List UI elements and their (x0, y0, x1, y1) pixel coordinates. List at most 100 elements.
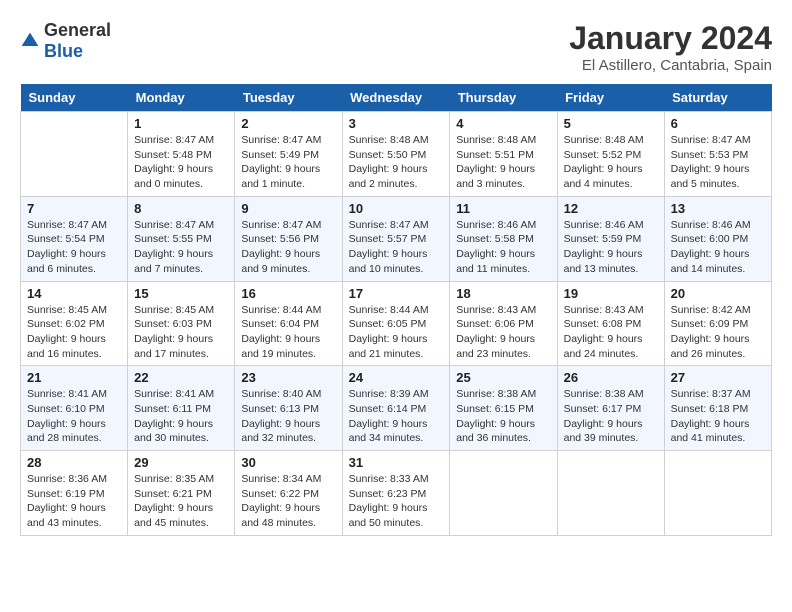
day-info: Sunrise: 8:36 AM Sunset: 6:19 PM Dayligh… (27, 472, 121, 531)
day-info: Sunrise: 8:48 AM Sunset: 5:52 PM Dayligh… (564, 133, 658, 192)
day-number: 1 (134, 116, 228, 131)
day-number: 30 (241, 455, 335, 470)
day-info: Sunrise: 8:44 AM Sunset: 6:05 PM Dayligh… (349, 303, 444, 362)
table-row: 21 Sunrise: 8:41 AM Sunset: 6:10 PM Dayli… (21, 366, 128, 451)
table-row: 25 Sunrise: 8:38 AM Sunset: 6:15 PM Dayli… (450, 366, 557, 451)
day-number: 10 (349, 201, 444, 216)
table-row: 9Sunrise: 8:47 AM Sunset: 5:56 PM Daylig… (235, 196, 342, 281)
day-number: 5 (564, 116, 658, 131)
table-row: 29 Sunrise: 8:35 AM Sunset: 6:21 PM Dayli… (128, 451, 235, 536)
page-header: General Blue January 2024 El Astillero, … (20, 20, 772, 74)
day-number: 6 (671, 116, 765, 131)
table-row: 6 Sunrise: 8:47 AM Sunset: 5:53 PM Daylig… (664, 112, 771, 197)
day-number: 31 (349, 455, 444, 470)
table-row: 26 Sunrise: 8:38 AM Sunset: 6:17 PM Dayli… (557, 366, 664, 451)
day-info: Sunrise: 8:47 AM Sunset: 5:49 PM Dayligh… (241, 133, 335, 192)
day-info: Sunrise: 8:47 AM Sunset: 5:48 PM Dayligh… (134, 133, 228, 192)
table-row: 12 Sunrise: 8:46 AM Sunset: 5:59 PM Dayli… (557, 196, 664, 281)
table-row: 19Sunrise: 8:43 AM Sunset: 6:08 PM Dayli… (557, 281, 664, 366)
day-number: 26 (564, 370, 658, 385)
day-number: 2 (241, 116, 335, 131)
table-row (664, 451, 771, 536)
day-info: Sunrise: 8:42 AM Sunset: 6:09 PM Dayligh… (671, 303, 765, 362)
day-number: 15 (134, 286, 228, 301)
week-row-4: 21 Sunrise: 8:41 AM Sunset: 6:10 PM Dayli… (21, 366, 772, 451)
table-row: 16 Sunrise: 8:44 AM Sunset: 6:04 PM Dayli… (235, 281, 342, 366)
day-number: 20 (671, 286, 765, 301)
table-row: 2 Sunrise: 8:47 AM Sunset: 5:49 PM Daylig… (235, 112, 342, 197)
col-monday: Monday (128, 84, 235, 112)
day-info: Sunrise: 8:46 AM Sunset: 5:58 PM Dayligh… (456, 218, 550, 277)
logo-general: General (44, 20, 111, 40)
table-row: 3 Sunrise: 8:48 AM Sunset: 5:50 PM Daylig… (342, 112, 450, 197)
table-row: 7 Sunrise: 8:47 AM Sunset: 5:54 PM Daylig… (21, 196, 128, 281)
table-row: 8Sunrise: 8:47 AM Sunset: 5:55 PM Daylig… (128, 196, 235, 281)
day-number: 11 (456, 201, 550, 216)
week-row-1: 1 Sunrise: 8:47 AM Sunset: 5:48 PM Daylig… (21, 112, 772, 197)
day-number: 22 (134, 370, 228, 385)
logo: General Blue (20, 20, 111, 62)
day-info: Sunrise: 8:47 AM Sunset: 5:56 PM Dayligh… (241, 218, 335, 277)
day-number: 14 (27, 286, 121, 301)
calendar-table: Sunday Monday Tuesday Wednesday Thursday… (20, 84, 772, 536)
day-info: Sunrise: 8:41 AM Sunset: 6:10 PM Dayligh… (27, 387, 121, 446)
table-row: 28Sunrise: 8:36 AM Sunset: 6:19 PM Dayli… (21, 451, 128, 536)
day-info: Sunrise: 8:41 AM Sunset: 6:11 PM Dayligh… (134, 387, 228, 446)
day-info: Sunrise: 8:47 AM Sunset: 5:54 PM Dayligh… (27, 218, 121, 277)
table-row: 30 Sunrise: 8:34 AM Sunset: 6:22 PM Dayli… (235, 451, 342, 536)
location-subtitle: El Astillero, Cantabria, Spain (569, 57, 772, 74)
calendar-header-row: Sunday Monday Tuesday Wednesday Thursday… (21, 84, 772, 112)
day-number: 29 (134, 455, 228, 470)
day-info: Sunrise: 8:45 AM Sunset: 6:02 PM Dayligh… (27, 303, 121, 362)
day-number: 25 (456, 370, 550, 385)
day-number: 3 (349, 116, 444, 131)
day-number: 27 (671, 370, 765, 385)
day-number: 7 (27, 201, 121, 216)
day-number: 16 (241, 286, 335, 301)
day-number: 17 (349, 286, 444, 301)
logo-icon (20, 31, 40, 51)
table-row: 18Sunrise: 8:43 AM Sunset: 6:06 PM Dayli… (450, 281, 557, 366)
main-title: January 2024 (569, 20, 772, 57)
day-number: 24 (349, 370, 444, 385)
day-info: Sunrise: 8:48 AM Sunset: 5:51 PM Dayligh… (456, 133, 550, 192)
day-info: Sunrise: 8:43 AM Sunset: 6:06 PM Dayligh… (456, 303, 550, 362)
week-row-2: 7 Sunrise: 8:47 AM Sunset: 5:54 PM Daylig… (21, 196, 772, 281)
day-info: Sunrise: 8:35 AM Sunset: 6:21 PM Dayligh… (134, 472, 228, 531)
table-row: 11 Sunrise: 8:46 AM Sunset: 5:58 PM Dayli… (450, 196, 557, 281)
week-row-3: 14 Sunrise: 8:45 AM Sunset: 6:02 PM Dayli… (21, 281, 772, 366)
col-wednesday: Wednesday (342, 84, 450, 112)
day-info: Sunrise: 8:33 AM Sunset: 6:23 PM Dayligh… (349, 472, 444, 531)
day-info: Sunrise: 8:40 AM Sunset: 6:13 PM Dayligh… (241, 387, 335, 446)
table-row: 10Sunrise: 8:47 AM Sunset: 5:57 PM Dayli… (342, 196, 450, 281)
day-info: Sunrise: 8:34 AM Sunset: 6:22 PM Dayligh… (241, 472, 335, 531)
col-friday: Friday (557, 84, 664, 112)
table-row: 31 Sunrise: 8:33 AM Sunset: 6:23 PM Dayli… (342, 451, 450, 536)
col-saturday: Saturday (664, 84, 771, 112)
day-number: 12 (564, 201, 658, 216)
table-row: 4Sunrise: 8:48 AM Sunset: 5:51 PM Daylig… (450, 112, 557, 197)
table-row (557, 451, 664, 536)
day-info: Sunrise: 8:46 AM Sunset: 6:00 PM Dayligh… (671, 218, 765, 277)
day-number: 21 (27, 370, 121, 385)
day-info: Sunrise: 8:38 AM Sunset: 6:17 PM Dayligh… (564, 387, 658, 446)
title-block: January 2024 El Astillero, Cantabria, Sp… (569, 20, 772, 74)
table-row: 24Sunrise: 8:39 AM Sunset: 6:14 PM Dayli… (342, 366, 450, 451)
day-info: Sunrise: 8:46 AM Sunset: 5:59 PM Dayligh… (564, 218, 658, 277)
table-row: 17 Sunrise: 8:44 AM Sunset: 6:05 PM Dayli… (342, 281, 450, 366)
col-sunday: Sunday (21, 84, 128, 112)
logo-blue: Blue (44, 41, 83, 61)
table-row: 5 Sunrise: 8:48 AM Sunset: 5:52 PM Daylig… (557, 112, 664, 197)
day-info: Sunrise: 8:45 AM Sunset: 6:03 PM Dayligh… (134, 303, 228, 362)
day-info: Sunrise: 8:37 AM Sunset: 6:18 PM Dayligh… (671, 387, 765, 446)
table-row: 27 Sunrise: 8:37 AM Sunset: 6:18 PM Dayli… (664, 366, 771, 451)
table-row: 15 Sunrise: 8:45 AM Sunset: 6:03 PM Dayli… (128, 281, 235, 366)
day-info: Sunrise: 8:44 AM Sunset: 6:04 PM Dayligh… (241, 303, 335, 362)
table-row: 1 Sunrise: 8:47 AM Sunset: 5:48 PM Daylig… (128, 112, 235, 197)
table-row: 23Sunrise: 8:40 AM Sunset: 6:13 PM Dayli… (235, 366, 342, 451)
table-row (21, 112, 128, 197)
day-info: Sunrise: 8:48 AM Sunset: 5:50 PM Dayligh… (349, 133, 444, 192)
table-row: 20 Sunrise: 8:42 AM Sunset: 6:09 PM Dayli… (664, 281, 771, 366)
day-info: Sunrise: 8:47 AM Sunset: 5:53 PM Dayligh… (671, 133, 765, 192)
day-info: Sunrise: 8:38 AM Sunset: 6:15 PM Dayligh… (456, 387, 550, 446)
